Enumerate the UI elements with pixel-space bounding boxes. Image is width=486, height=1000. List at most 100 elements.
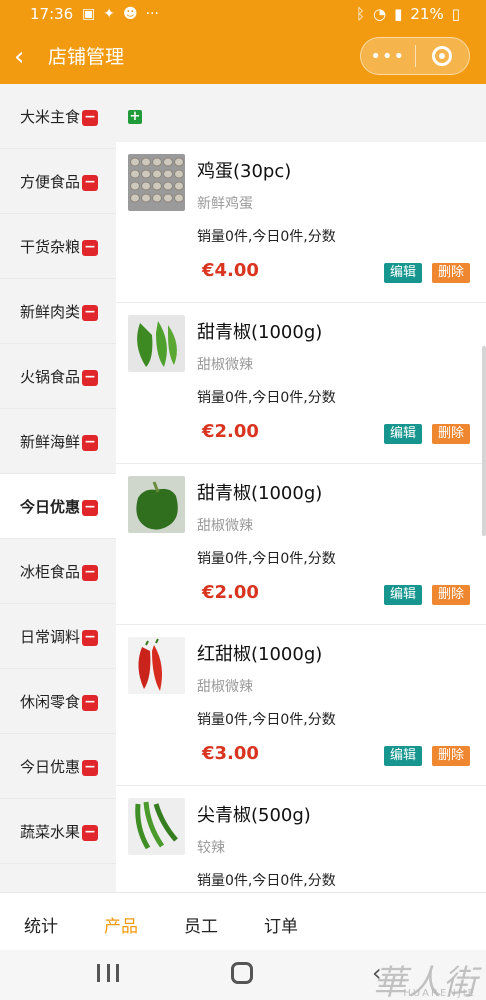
product-list: 鸡蛋(30pc) 新鲜鸡蛋 销量0件,今日0件,分数 €4.00 编辑 删除 甜青椒(100… <box>116 142 486 892</box>
sidebar-item[interactable]: 今日优惠 − <box>0 474 116 539</box>
edit-button[interactable]: 编辑 <box>384 585 422 605</box>
contacts-icon: ☻ <box>122 6 138 22</box>
scrollbar[interactable] <box>482 346 486 536</box>
product-sales-stats: 销量0件,今日0件,分数 <box>197 873 336 889</box>
tab-staff[interactable]: 员工 <box>184 912 218 937</box>
battery-level: 21% <box>410 5 444 23</box>
product-card[interactable]: 甜青椒(1000g) 甜椒微辣销量0件,今日0件,分数 €2.00 编辑 删除 <box>116 464 486 625</box>
product-description: 甜椒微辣 <box>197 679 253 695</box>
remove-category-icon[interactable]: − <box>82 760 98 776</box>
app-top-bar: 17:36 ▣ ✦ ☻ ··· ᛒ ◔ ▮ 21% ▯ ‹ 店铺管理 ••• <box>0 0 486 84</box>
remove-category-icon[interactable]: − <box>82 500 98 516</box>
watermark-subtext: HUARENJIE <box>403 988 476 999</box>
sidebar-item[interactable]: 休闲零食 − <box>0 669 116 734</box>
product-sales-stats: 销量0件,今日0件,分数 <box>197 390 336 406</box>
sidebar-item[interactable]: 方便食品 − <box>0 149 116 214</box>
notification-icons: ▣ ✦ ☻ ··· <box>82 6 159 22</box>
product-card[interactable]: 尖青椒(500g)较辣销量0件,今日0件,分数编辑删除 <box>116 786 486 892</box>
sidebar-item-label: 日常调料 <box>20 627 81 646</box>
product-card[interactable]: 甜青椒(1000g) 甜椒微辣 销量0件,今日0件,分数 €2.00 编辑 删除 <box>116 303 486 464</box>
home-icon[interactable] <box>231 962 253 984</box>
product-sales-stats: 销量0件,今日0件,分数 <box>197 551 336 567</box>
remove-category-icon[interactable]: − <box>82 565 98 581</box>
sidebar-item[interactable]: 火锅食品 − <box>0 344 116 409</box>
sidebar-item[interactable]: 冰柜食品 − <box>0 539 116 604</box>
sidebar-item-label: 方便食品 <box>20 172 81 191</box>
recent-apps-icon[interactable] <box>97 964 119 982</box>
status-bar: 17:36 ▣ ✦ ☻ ··· ᛒ ◔ ▮ 21% ▯ <box>0 0 486 30</box>
product-description: 甜椒微辣 <box>197 518 253 534</box>
product-name: 尖青椒(500g) <box>197 805 311 826</box>
product-card[interactable]: 红甜椒(1000g) 甜椒微辣 销量0件,今日0件,分数 €3.00 编辑 删除 <box>116 625 486 786</box>
remove-category-icon[interactable]: − <box>82 305 98 321</box>
close-miniprogram-button[interactable] <box>415 46 469 66</box>
sidebar-item[interactable]: 干货杂粮 − <box>0 214 116 279</box>
remove-category-icon[interactable]: − <box>82 695 98 711</box>
page-title: 店铺管理 <box>48 46 125 68</box>
sidebar-item-label: 大米主食 <box>20 107 81 126</box>
product-description: 新鲜鸡蛋 <box>197 196 253 212</box>
delete-button[interactable]: 删除 <box>432 585 470 605</box>
product-name: 鸡蛋(30pc) <box>197 161 292 182</box>
gallery-icon: ▣ <box>82 6 96 22</box>
sidebar-item[interactable]: 蔬菜水果 − <box>0 799 116 864</box>
battery-icon: ▯ <box>451 5 460 23</box>
back-arrow-icon[interactable]: ‹ <box>14 44 36 70</box>
sidebar-item-label: 新鲜海鲜 <box>20 432 81 451</box>
tab-orders[interactable]: 订单 <box>264 912 298 937</box>
sidebar-item-label: 蔬菜水果 <box>20 822 81 841</box>
product-image[interactable] <box>128 637 185 694</box>
product-image[interactable] <box>128 154 185 211</box>
remove-category-icon[interactable]: − <box>82 240 98 256</box>
remove-category-icon[interactable]: − <box>82 435 98 451</box>
sidebar-item[interactable]: 今日优惠 − <box>0 734 116 799</box>
edit-button[interactable]: 编辑 <box>384 424 422 444</box>
product-image[interactable] <box>128 476 185 533</box>
tab-stats[interactable]: 统计 <box>24 912 58 937</box>
sidebar-item-label: 干货杂粮 <box>20 237 81 256</box>
product-name: 甜青椒(1000g) <box>197 483 323 504</box>
remove-category-icon[interactable]: − <box>82 110 98 126</box>
delete-button[interactable]: 删除 <box>432 424 470 444</box>
category-sidebar[interactable]: 大米主食 − 方便食品 − 干货杂粮 − 新鲜肉类 − 火锅食品 − 新鲜海鲜 − 今日优惠 − 冰柜食品 −… <box>0 84 116 892</box>
product-name: 甜青椒(1000g) <box>197 322 323 343</box>
sidebar-item-label: 火锅食品 <box>20 367 81 386</box>
product-sales-stats: 销量0件,今日0件,分数 <box>197 712 336 728</box>
remove-category-icon[interactable]: − <box>82 175 98 191</box>
product-image[interactable] <box>128 315 185 372</box>
delete-button[interactable]: 删除 <box>432 746 470 766</box>
product-description: 较辣 <box>197 840 225 856</box>
more-options-icon[interactable]: ••• <box>361 46 415 67</box>
sidebar-item-label: 休闲零食 <box>20 692 81 711</box>
more-notifications-icon: ··· <box>145 6 159 22</box>
remove-category-icon[interactable]: − <box>82 630 98 646</box>
product-price: €4.00 <box>202 260 259 281</box>
wifi-icon: ◔ <box>373 5 387 23</box>
tab-products[interactable]: 产品 <box>104 912 138 937</box>
product-price: €3.00 <box>202 743 259 764</box>
remove-category-icon[interactable]: − <box>82 370 98 386</box>
product-card[interactable]: 鸡蛋(30pc) 新鲜鸡蛋 销量0件,今日0件,分数 €4.00 编辑 删除 <box>116 142 486 303</box>
add-product-icon[interactable]: + <box>128 110 142 124</box>
edit-button[interactable]: 编辑 <box>384 263 422 283</box>
system-icons: ᛒ ◔ ▮ 21% ▯ <box>356 5 460 23</box>
bottom-tab-bar: 统计 产品 员工 订单 <box>0 892 486 950</box>
miniprogram-capsule: ••• <box>360 37 470 75</box>
product-image[interactable] <box>128 798 185 855</box>
sidebar-item-label: 今日优惠 <box>20 497 81 516</box>
product-price: €2.00 <box>202 582 259 603</box>
product-list-panel: + 鸡蛋(30pc) 新鲜鸡蛋 销量0件,今日0件,分数 €4.00 编辑 删除 甜青椒(1… <box>116 84 486 892</box>
page-header: ‹ 店铺管理 ••• <box>0 30 486 84</box>
sidebar-item-label: 冰柜食品 <box>20 562 81 581</box>
edit-button[interactable]: 编辑 <box>384 746 422 766</box>
status-time: 17:36 <box>30 5 74 23</box>
remove-category-icon[interactable]: − <box>82 825 98 841</box>
sidebar-item[interactable]: 新鲜肉类 − <box>0 279 116 344</box>
signal-icon: ▮ <box>394 5 403 23</box>
sidebar-item[interactable]: 日常调料 − <box>0 604 116 669</box>
sidebar-item[interactable]: 新鲜海鲜 − <box>0 409 116 474</box>
twitter-icon: ✦ <box>103 6 115 22</box>
delete-button[interactable]: 删除 <box>432 263 470 283</box>
bluetooth-icon: ᛒ <box>356 5 366 23</box>
sidebar-item[interactable]: 大米主食 − <box>0 84 116 149</box>
